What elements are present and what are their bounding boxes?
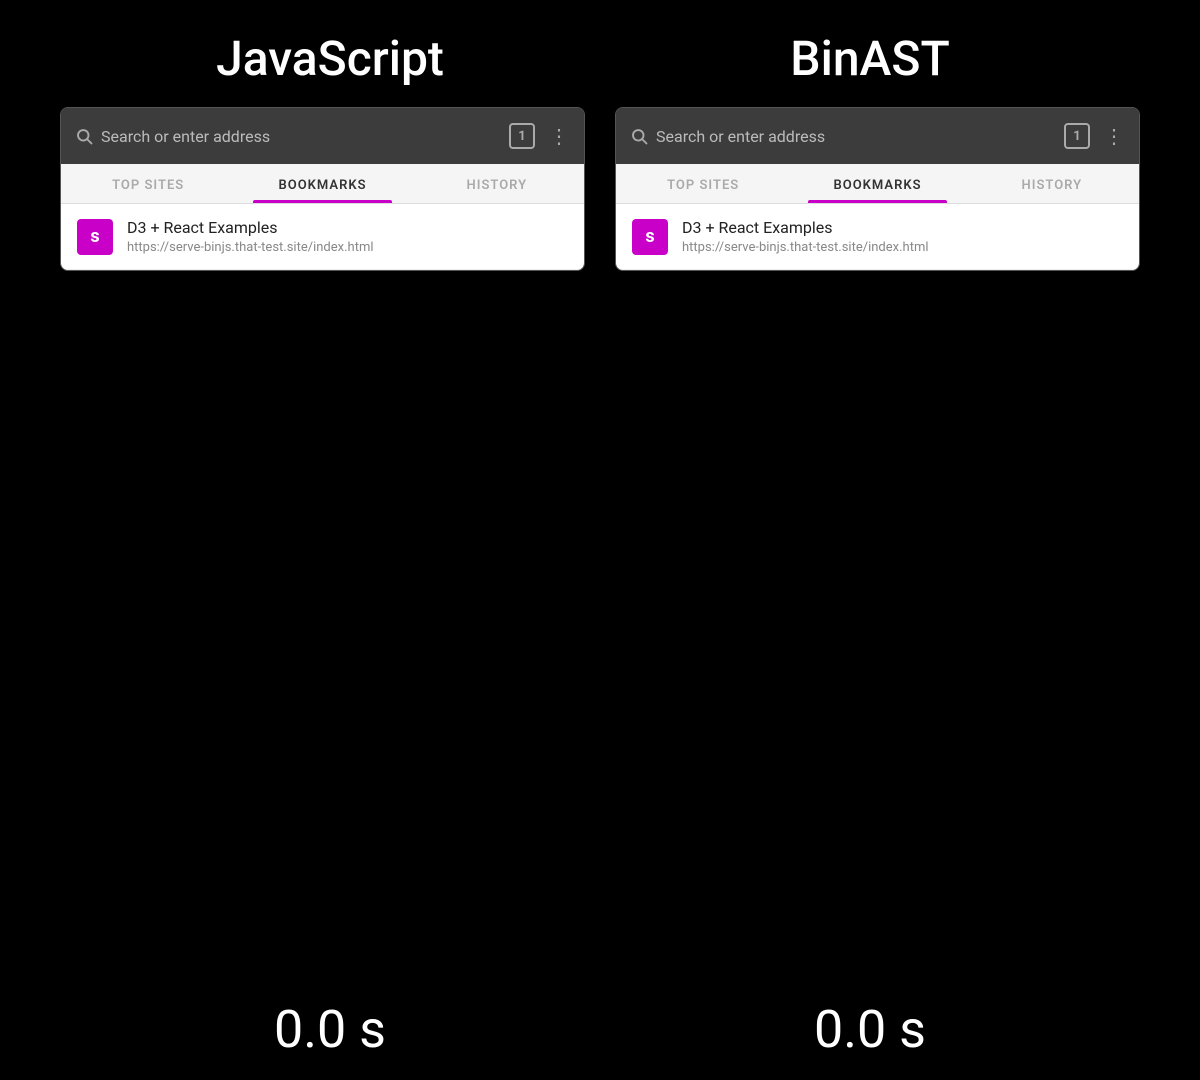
left-content-area: s D3 + React Examples https://serve-binj… (61, 204, 584, 270)
left-bookmark-icon: s (77, 219, 113, 255)
right-tab-count-button[interactable]: 1 (1064, 123, 1090, 149)
left-search-icon (75, 127, 93, 145)
right-tab-history[interactable]: HISTORY (965, 164, 1139, 203)
left-address-bar: Search or enter address 1 ⋮ (61, 108, 584, 164)
left-address-text[interactable]: Search or enter address (101, 127, 501, 146)
left-bookmark-item[interactable]: s D3 + React Examples https://serve-binj… (61, 204, 584, 270)
left-tab-history[interactable]: HISTORY (410, 164, 584, 203)
right-phone-panel: Search or enter address 1 ⋮ TOP SITES BO… (615, 107, 1140, 271)
left-tabs-bar: TOP SITES BOOKMARKS HISTORY (61, 164, 584, 204)
right-search-icon (630, 127, 648, 145)
right-panel-title: BinAST (600, 30, 1140, 87)
right-time-label: 0.0 s (600, 999, 1140, 1060)
right-bookmark-url: https://serve-binjs.that-test.site/index… (682, 240, 929, 255)
left-tab-top-sites[interactable]: TOP SITES (61, 164, 235, 203)
right-tabs-bar: TOP SITES BOOKMARKS HISTORY (616, 164, 1139, 204)
left-bookmark-text: D3 + React Examples https://serve-binjs.… (127, 218, 374, 255)
left-menu-button[interactable]: ⋮ (549, 124, 570, 148)
right-bookmark-icon: s (632, 219, 668, 255)
right-content-area: s D3 + React Examples https://serve-binj… (616, 204, 1139, 270)
right-menu-button[interactable]: ⋮ (1104, 124, 1125, 148)
right-address-bar: Search or enter address 1 ⋮ (616, 108, 1139, 164)
left-tab-count-button[interactable]: 1 (509, 123, 535, 149)
right-bookmark-item[interactable]: s D3 + React Examples https://serve-binj… (616, 204, 1139, 270)
right-tab-top-sites[interactable]: TOP SITES (616, 164, 790, 203)
right-tab-bookmarks[interactable]: BOOKMARKS (790, 164, 964, 203)
left-bookmark-title: D3 + React Examples (127, 218, 374, 237)
left-phone-panel: Search or enter address 1 ⋮ TOP SITES BO… (60, 107, 585, 271)
left-tab-bookmarks[interactable]: BOOKMARKS (235, 164, 409, 203)
right-bookmark-title: D3 + React Examples (682, 218, 929, 237)
left-bookmark-url: https://serve-binjs.that-test.site/index… (127, 240, 374, 255)
left-time-label: 0.0 s (60, 999, 600, 1060)
right-bookmark-text: D3 + React Examples https://serve-binjs.… (682, 218, 929, 255)
right-address-text[interactable]: Search or enter address (656, 127, 1056, 146)
left-panel-title: JavaScript (60, 30, 600, 87)
